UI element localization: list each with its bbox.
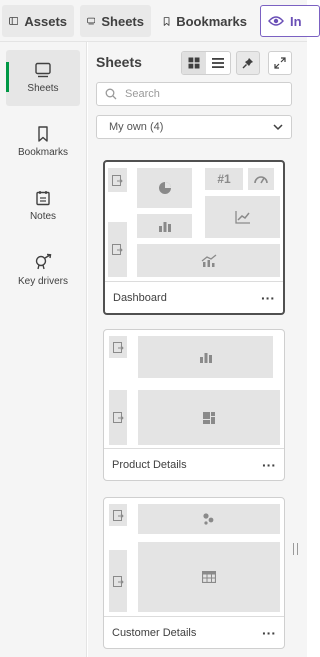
line-chart-icon [234,211,250,224]
scatter-plot-icon [203,513,214,525]
bookmark-icon [163,16,170,26]
rail-item-label: Bookmarks [17,147,68,158]
pin-icon [242,58,253,69]
search-input[interactable]: Search [96,82,292,106]
bookmark-icon [38,126,48,142]
left-rail: Sheets Bookmarks Notes Key drivers [0,42,87,657]
placeholder-block [205,196,280,238]
notes-icon [36,191,50,206]
list-view-icon [212,58,224,68]
filter-pane-icon [112,341,124,353]
grid-view-button[interactable] [182,52,206,74]
tab-assets[interactable]: Assets [2,5,74,37]
bar-chart-icon [158,222,171,232]
placeholder-block [109,504,127,526]
combo-chart-icon [201,253,216,267]
bar-chart-icon [199,353,212,363]
tab-insights-label: In [290,13,302,29]
rail-item-sheets[interactable]: Sheets [6,50,80,106]
rail-item-notes[interactable]: Notes [6,178,80,234]
sheet-card-footer: Customer Details ··· [104,616,284,648]
panel-title: Sheets [96,54,142,70]
filter-pane-icon [112,412,124,423]
sheet-icon [35,62,51,78]
tab-bookmarks[interactable]: Bookmarks [156,5,254,37]
sheet-card-footer: Dashboard ··· [105,281,283,313]
expand-icon [274,57,286,69]
rail-item-key-drivers[interactable]: Key drivers [6,242,80,298]
rail-item-label: Key drivers [17,276,68,287]
sheet-name: Product Details [112,458,187,471]
placeholder-block [137,244,280,277]
placeholder-block [248,168,274,190]
treemap-icon [203,411,215,424]
table-icon [202,571,216,583]
placeholder-block [137,214,192,238]
eye-icon [268,16,284,26]
rail-item-label: Sheets [27,83,59,94]
filter-pane-icon [112,575,124,587]
filter-value: My own (4) [109,121,164,133]
search-placeholder: Search [125,88,160,100]
tab-sheets-label: Sheets [101,13,144,29]
more-options-button[interactable]: ··· [262,457,276,473]
expand-button[interactable] [268,51,292,75]
sheet-thumbnail [104,498,284,618]
rail-item-bookmarks[interactable]: Bookmarks [6,114,80,170]
search-icon [105,88,117,100]
placeholder-block [137,168,192,208]
tab-bookmarks-label: Bookmarks [176,13,247,29]
tab-assets-label: Assets [24,13,67,29]
sheet-icon [87,17,96,25]
placeholder-block [138,336,273,378]
top-tab-bar: Assets Sheets Bookmarks In [0,0,320,42]
placeholder-block [138,504,280,534]
tab-sheets[interactable]: Sheets [80,5,151,37]
placeholder-block [109,550,127,612]
sheet-thumbnail [104,330,284,450]
filter-pane-icon [112,509,124,521]
placeholder-block [109,390,127,445]
pie-chart-icon [158,182,171,194]
placeholder-block [138,390,280,445]
sheet-card-customer-details[interactable]: Customer Details ··· [103,497,285,649]
app-root: Assets Sheets Bookmarks In Sheets Bookma… [0,0,320,657]
filter-pane-icon [112,244,123,255]
sheet-name: Dashboard [113,291,167,304]
placeholder-block [108,222,127,277]
sheet-card-footer: Product Details ··· [104,448,284,480]
key-drivers-icon [35,253,52,270]
tab-insights[interactable]: In [260,5,320,37]
more-options-button[interactable]: ··· [262,625,276,641]
pin-button[interactable] [236,51,260,75]
filter-pane-icon [112,174,123,186]
list-view-button[interactable] [206,52,230,74]
ownership-filter-dropdown[interactable]: My own (4) [96,115,292,139]
placeholder-block [138,542,280,612]
sheet-name: Customer Details [112,626,197,639]
sheets-panel: Sheets Search My own (4) #1 Dashboard ··… [88,42,307,657]
kpi-glyph: #1 [205,168,243,190]
grid-view-icon [188,57,200,69]
active-indicator [6,62,9,92]
placeholder-block [108,168,127,192]
view-toggle [181,51,231,75]
chevron-down-icon [273,124,283,131]
sheet-card-product-details[interactable]: Product Details ··· [103,329,285,481]
gauge-icon [254,176,268,184]
panel-icon [9,17,19,25]
placeholder-block [109,336,127,358]
more-options-button[interactable]: ··· [261,290,275,306]
sheet-thumbnail: #1 [105,162,283,282]
panel-resize-handle[interactable] [293,543,298,555]
rail-item-label: Notes [29,211,57,222]
sheet-card-dashboard[interactable]: #1 Dashboard ··· [103,160,285,315]
